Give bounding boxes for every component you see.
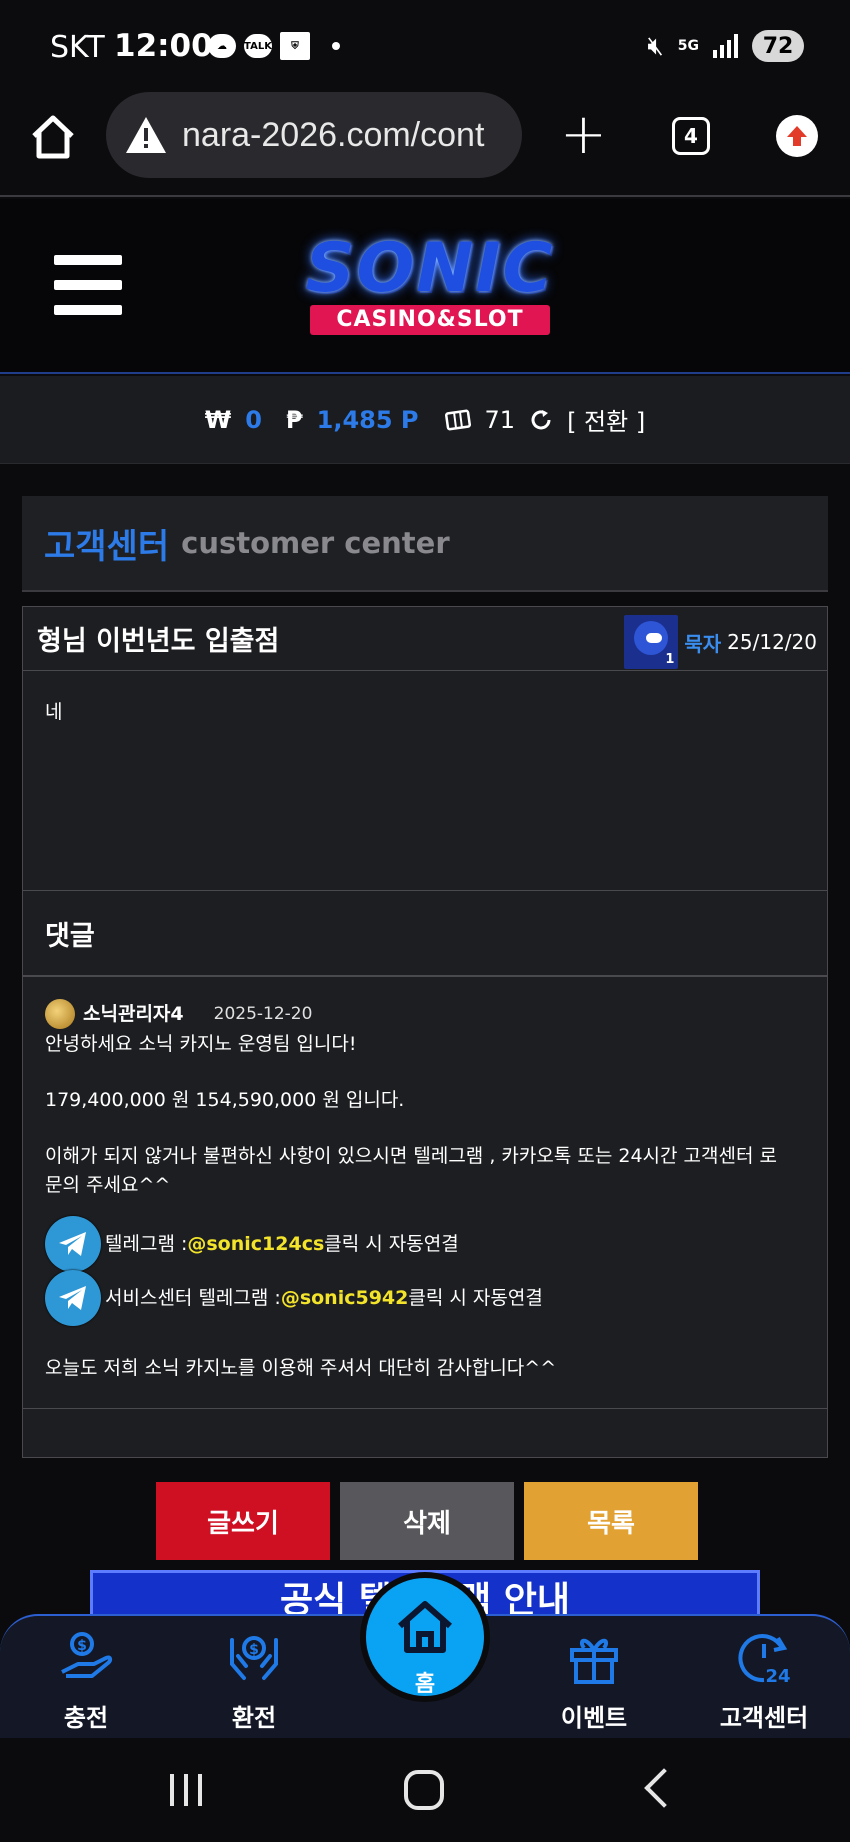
- mute-icon: 🔇︎: [647, 30, 664, 61]
- logo-wordmark: SONIC: [305, 229, 555, 308]
- post-meta: 1 묵자 25/12/20: [624, 615, 817, 669]
- status-bar: SKT 12:00 ☁ TALK ⛨ 🔇︎ 5G 72: [0, 0, 850, 92]
- point-balance: 1,485 P: [316, 405, 419, 434]
- action-buttons: 글쓰기 삭제 목록: [156, 1482, 698, 1560]
- telegram-icon[interactable]: [45, 1216, 101, 1272]
- comment-author: 소닉관리자4: [83, 1002, 184, 1025]
- nav-withdraw-label: 환전: [231, 1704, 277, 1732]
- avatar: 1: [624, 615, 679, 669]
- main-content: 고객센터 customer center 형님 이번년도 입출점 1 묵자 25…: [0, 464, 850, 1626]
- home-icon: [398, 1601, 452, 1653]
- section-header: 고객센터 customer center: [22, 496, 828, 592]
- list-button[interactable]: 목록: [524, 1482, 698, 1560]
- comment-date: 2025-12-20: [213, 1003, 313, 1024]
- battery-indicator: 72: [752, 30, 804, 62]
- comment-contact-line-2: 문의 주세요^^: [45, 1174, 171, 1196]
- telegram-suffix: 클릭 시 자동연결: [324, 1232, 459, 1255]
- svg-text:$: $: [77, 1638, 87, 1654]
- kakaotalk-icon: TALK: [244, 34, 272, 58]
- comment-meta: 소닉관리자4 2025-12-20: [45, 999, 805, 1029]
- write-button[interactable]: 글쓰기: [156, 1482, 330, 1560]
- comment-contact-line: 이해가 되지 않거나 불편하신 사항이 있으시면 텔레그램 , 카카오톡 또는 …: [45, 1145, 777, 1167]
- support-24h-icon: 24: [738, 1634, 791, 1687]
- point-icon: ₱: [285, 405, 303, 434]
- url-text[interactable]: nara-2026.com/cont: [182, 116, 484, 155]
- svg-text:24: 24: [765, 1666, 790, 1687]
- gift-icon: [570, 1638, 618, 1684]
- telegram-icon[interactable]: [45, 1270, 101, 1326]
- notification-icons: ☁ TALK ⛨: [208, 32, 340, 60]
- nav-deposit-label: 충전: [63, 1704, 109, 1732]
- signal-icon: [713, 34, 738, 58]
- service-telegram-prefix: 서비스센터 텔레그램 :: [105, 1286, 281, 1309]
- shield-app-icon: ⛨: [280, 32, 310, 60]
- update-icon[interactable]: [776, 115, 818, 157]
- withdraw-icon: $: [230, 1636, 278, 1680]
- service-telegram-suffix: 클릭 시 자동연결: [408, 1286, 543, 1309]
- logo-subtitle: CASINO&SLOT: [310, 305, 550, 335]
- site-logo[interactable]: SONIC CASINO&SLOT: [285, 229, 575, 337]
- section-title-en: customer center: [181, 526, 450, 560]
- system-navigation-bar: [0, 1738, 850, 1842]
- post-author[interactable]: 묵자: [684, 628, 721, 657]
- convert-button[interactable]: [ 전환 ]: [567, 402, 645, 437]
- telegram-prefix: 텔레그램 :: [105, 1232, 188, 1255]
- nav-event[interactable]: 이벤트: [534, 1628, 654, 1733]
- won-balance: 0: [245, 405, 262, 434]
- menu-icon[interactable]: [54, 255, 122, 315]
- deposit-icon: $: [61, 1632, 113, 1678]
- post-card: 형님 이번년도 입출점 1 묵자 25/12/20 네 댓글 소닉관리자4 20…: [22, 606, 828, 1458]
- tab-switcher-button[interactable]: 4: [672, 117, 710, 155]
- level-badge: 1: [665, 652, 675, 667]
- address-bar[interactable]: nara-2026.com/cont: [106, 92, 522, 178]
- cloud-icon: ☁: [208, 34, 236, 58]
- nav-support-label: 고객센터: [719, 1704, 809, 1732]
- coupon-icon: [444, 409, 471, 430]
- post-title: 형님 이번년도 입출점: [37, 626, 280, 657]
- service-telegram-handle-link[interactable]: @sonic5942: [281, 1285, 409, 1312]
- bottom-navigation: $ 충전 $ 환전 홈 이벤트 24 고객센터: [0, 1572, 850, 1738]
- nav-event-label: 이벤트: [560, 1704, 628, 1732]
- svg-text:$: $: [249, 1642, 259, 1658]
- delete-button[interactable]: 삭제: [340, 1482, 514, 1560]
- balance-bar: ₩ 0 ₱ 1,485 P 71 [ 전환 ]: [0, 376, 850, 464]
- recents-button[interactable]: [170, 1774, 202, 1806]
- admin-badge-icon: [45, 999, 75, 1029]
- nav-deposit[interactable]: $ 충전: [26, 1628, 146, 1733]
- comment-amounts: 179,400,000 원 154,590,000 원 입니다.: [45, 1089, 405, 1111]
- service-telegram-link-row[interactable]: 서비스센터 텔레그램 : @sonic5942 클릭 시 자동연결: [45, 1270, 805, 1326]
- coupon-count: 71: [484, 405, 516, 434]
- comment-greeting: 안녕하세요 소닉 카지노 운영팀 입니다!: [45, 1033, 357, 1055]
- site-header: SONIC CASINO&SLOT: [0, 199, 850, 374]
- clock-time: 12:00: [114, 28, 213, 64]
- refresh-icon[interactable]: [529, 408, 553, 432]
- post-date: 25/12/20: [727, 630, 817, 654]
- system-home-button[interactable]: [404, 1770, 444, 1810]
- warning-icon[interactable]: [124, 113, 168, 157]
- telegram-link-row[interactable]: 텔레그램 : @sonic124cs 클릭 시 자동연결: [45, 1216, 805, 1272]
- browser-toolbar: nara-2026.com/cont + 4: [0, 92, 850, 197]
- comment-closing: 오늘도 저희 소닉 카지노를 이용해 주셔서 대단히 감사합니다^^: [45, 1357, 557, 1379]
- comment-item: 소닉관리자4 2025-12-20 안녕하세요 소닉 카지노 운영팀 입니다! …: [23, 977, 827, 1409]
- system-indicators: 🔇︎ 5G 72: [647, 30, 804, 62]
- won-icon: ₩: [204, 405, 232, 434]
- nav-home-label: 홈: [414, 1672, 436, 1697]
- comments-heading: 댓글: [23, 891, 827, 977]
- post-header: 형님 이번년도 입출점 1 묵자 25/12/20: [23, 607, 827, 671]
- nav-withdraw[interactable]: $ 환전: [194, 1628, 314, 1733]
- post-body: 네: [23, 671, 827, 891]
- browser-home-icon[interactable]: [28, 112, 78, 162]
- telegram-handle-link[interactable]: @sonic124cs: [187, 1231, 324, 1258]
- nav-home[interactable]: 홈: [360, 1572, 490, 1702]
- network-type-label: 5G: [677, 38, 699, 54]
- carrier-label: SKT: [50, 30, 105, 65]
- nav-support[interactable]: 24 고객센터: [704, 1628, 824, 1733]
- new-tab-icon[interactable]: +: [560, 107, 607, 163]
- system-back-button[interactable]: [644, 1768, 684, 1808]
- section-title-ko: 고객센터: [44, 526, 170, 567]
- more-notifications-dot: [332, 42, 340, 50]
